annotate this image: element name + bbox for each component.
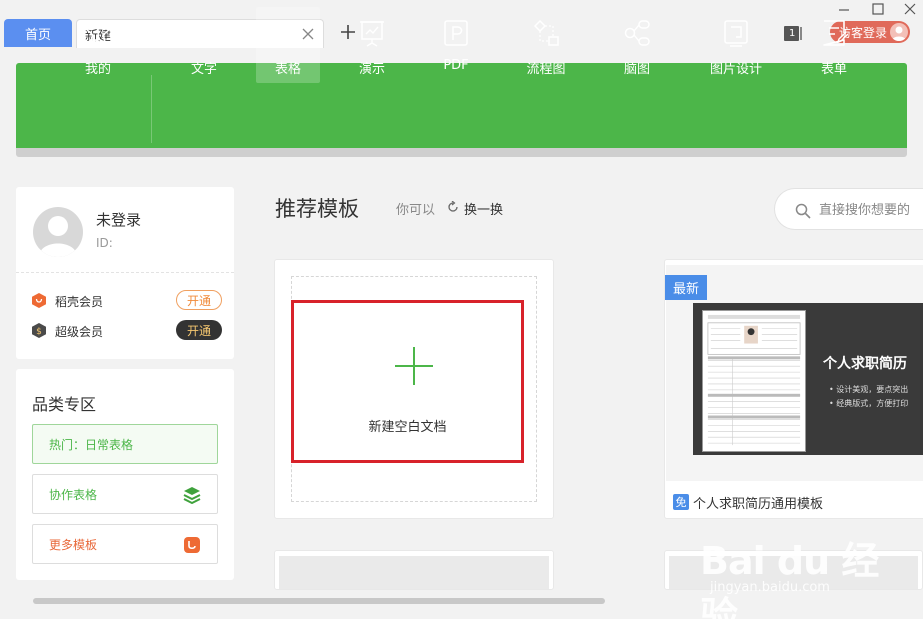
docer-open-button[interactable]: 开通 [176, 290, 222, 310]
toolbar-item-label: 表格 [274, 62, 301, 77]
maximize-icon[interactable] [871, 2, 885, 16]
toolbar-item-label: 演示 [358, 62, 385, 77]
toolbar-item-label: 流程图 [526, 62, 566, 77]
super-member-icon: $ [32, 323, 46, 338]
svg-text:$: $ [36, 327, 42, 337]
template-thumb-bullet: • 设计美观，要点突出 [829, 385, 909, 394]
refresh-label: 换一换 [464, 203, 504, 218]
table-icon [276, 20, 300, 46]
template-search [774, 188, 923, 230]
free-badge: 免 [673, 494, 689, 510]
member-row-super: $ 超级会员 开通 [32, 320, 222, 340]
category-item-hot[interactable]: 热门：日常表格 [32, 424, 218, 464]
window-count-badge[interactable]: 1 [784, 26, 804, 42]
category-card: 品类专区 热门：日常表格 协作表格 更多模板 [16, 369, 234, 580]
toolbar-item-mine[interactable]: 我的 [66, 7, 130, 83]
toolbar-item-label: PDF [443, 58, 469, 73]
new-blank-doc-label: 新建空白文档 [368, 420, 447, 435]
watermark-brand: Bai du 经验 [700, 539, 879, 619]
horizontal-scrollbar[interactable] [33, 598, 605, 604]
member-name: 超级会员 [55, 325, 104, 339]
avatar [890, 23, 908, 41]
template-card-placeholder[interactable] [274, 550, 554, 590]
presentation-icon [360, 21, 384, 47]
toolbar-item-flowchart[interactable]: 流程图 [514, 7, 578, 83]
image-design-icon [724, 20, 748, 47]
mindmap-icon [624, 20, 650, 46]
toolbar-item-presentation[interactable]: 演示 [340, 7, 404, 83]
docer-logo-icon [184, 537, 200, 553]
toolbar-item-text[interactable]: 文字 [172, 7, 236, 83]
member-name: 稻壳会员 [55, 295, 104, 309]
template-card[interactable]: 个人求职简历 • 设计美观，要点突出 • 经典版式，方便打印 最新 免 个人求职… [664, 259, 923, 519]
new-badge: 最新 [665, 275, 707, 300]
toolbar-item-label: 脑图 [623, 62, 650, 77]
star-icon [85, 20, 111, 44]
template-name[interactable]: 个人求职简历通用模板 [693, 493, 823, 512]
search-input[interactable] [819, 199, 923, 221]
template-thumb-heading: 个人求职简历 [823, 356, 907, 372]
toolbar-item-mindmap[interactable]: 脑图 [605, 7, 669, 83]
toolbar-item-label: 表单 [820, 62, 847, 77]
divider [16, 272, 234, 273]
toolbar-item-image-design[interactable]: 图片设计 [704, 7, 768, 83]
watermark: Bai du 经验 jingyan.baidu.com [700, 530, 900, 619]
category-item-collab[interactable]: 协作表格 [32, 474, 218, 514]
window-count: 1 [789, 28, 796, 39]
watermark-url: jingyan.baidu.com [710, 580, 830, 595]
recommend-title: 推荐模板 [275, 197, 359, 221]
close-window-icon[interactable] [903, 2, 917, 16]
toolbar-item-label: 图片设计 [709, 62, 762, 77]
category-title: 品类专区 [32, 395, 97, 414]
refresh-icon [448, 201, 458, 212]
toolbar-item-label: 我的 [84, 62, 111, 77]
user-name[interactable]: 未登录 [96, 209, 141, 230]
tab-home[interactable]: 首页 [4, 19, 72, 47]
toolbar-divider [151, 75, 152, 143]
toolbar-item-label: 文字 [190, 62, 217, 77]
category-item-more[interactable]: 更多模板 [32, 524, 218, 564]
user-id: ID: [96, 236, 113, 250]
plus-icon [395, 347, 433, 385]
toolbar-item-form[interactable]: 表单 [802, 7, 866, 83]
search-icon [795, 203, 811, 219]
refresh-button[interactable]: 换一换 [447, 199, 503, 218]
form-icon [823, 20, 848, 46]
category-label: 热门：日常表格 [49, 437, 134, 452]
toolbar-item-pdf[interactable]: PDF [424, 7, 488, 83]
docer-member-icon [32, 293, 46, 308]
super-open-button[interactable]: 开通 [176, 320, 222, 340]
tab-home-label: 首页 [24, 27, 51, 43]
resume-preview-image [702, 310, 806, 452]
member-row-docer: 稻壳会员 开通 [32, 290, 222, 310]
flowchart-icon [533, 19, 559, 46]
document-icon [193, 20, 215, 46]
pdf-icon [444, 20, 468, 46]
toolbar-item-table[interactable]: 表格 [256, 7, 320, 83]
template-thumb-bullet: • 经典版式，方便打印 [829, 399, 909, 408]
layers-icon [183, 487, 201, 504]
user-card: 未登录 ID: 稻壳会员 开通 $ 超级会员 开通 [16, 187, 234, 359]
user-icon [39, 216, 77, 257]
category-label: 更多模板 [49, 537, 98, 552]
user-icon [892, 26, 906, 41]
category-label: 协作表格 [49, 487, 98, 502]
recommend-hint: 你可以 [396, 203, 436, 218]
avatar[interactable] [33, 207, 83, 257]
